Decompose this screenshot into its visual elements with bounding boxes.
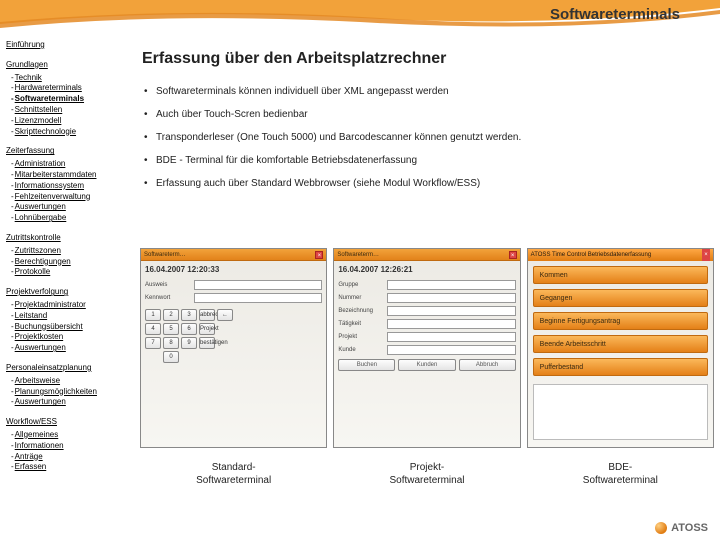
bullet-item: Softwareterminals können individuell übe… — [142, 86, 712, 97]
thumb-img-bde: ATOSS Time Control Betriebsdatenerfassun… — [527, 248, 714, 448]
bullet-item: Auch über Touch-Scren bedienbar — [142, 109, 712, 120]
nav-item[interactable]: Leitstand — [11, 311, 132, 322]
nav-item[interactable]: Auswertungen — [11, 202, 132, 213]
label-ausweis: Ausweis — [145, 282, 191, 288]
nav-group-title[interactable]: Personaleinsatzplanung — [6, 363, 132, 374]
keypad-key[interactable]: 2 — [163, 309, 179, 321]
nav-item[interactable]: Auswertungen — [11, 343, 132, 354]
nav-item[interactable]: Planungsmöglichkeiten — [11, 387, 132, 398]
bde-button[interactable]: Pufferbestand — [533, 358, 708, 376]
keypad-key[interactable]: 8 — [163, 337, 179, 349]
nav-item[interactable]: Schnittstellen — [11, 105, 132, 116]
bde-button-panel: Kommen Gegangen Beginne Fertigungsantrag Be… — [528, 261, 713, 445]
nav-item[interactable]: Mitarbeiterstammdaten — [11, 170, 132, 181]
main-title: Erfassung über den Arbeitsplatzrechner — [142, 50, 712, 68]
keypad-key[interactable]: 9 — [181, 337, 197, 349]
bde-button[interactable]: Gegangen — [533, 289, 708, 307]
nav-item[interactable]: Protokolle — [11, 267, 132, 278]
titlebar: Softwareterm… × — [141, 249, 326, 261]
close-icon[interactable]: × — [702, 249, 710, 261]
bullet-item: Transponderleser (One Touch 5000) und Ba… — [142, 132, 712, 143]
thumb-bde-terminal: ATOSS Time Control Betriebsdatenerfassun… — [527, 248, 714, 487]
input-kennwort[interactable] — [194, 293, 322, 303]
nav-item[interactable]: Informationssystem — [11, 181, 132, 192]
nav-item[interactable]: Anträge — [11, 452, 132, 463]
page-header-title: Softwareterminals — [0, 6, 700, 23]
close-icon[interactable]: × — [315, 251, 323, 259]
thumb-standard-terminal: Softwareterm… × 16.04.2007 12:20:33 Ausw… — [140, 248, 327, 487]
nav-item[interactable]: Administration — [11, 159, 132, 170]
nav-item[interactable]: Informationen — [11, 441, 132, 452]
nav-item[interactable]: Arbeitsweise — [11, 376, 132, 387]
nav-group-title[interactable]: Workflow/ESS — [6, 417, 132, 428]
nav-group-title[interactable]: Zutrittskontrolle — [6, 233, 132, 244]
bullet-list: Softwareterminals können individuell übe… — [142, 86, 712, 189]
titlebar-text: Softwareterm… — [144, 252, 186, 258]
close-icon[interactable]: × — [509, 251, 517, 259]
titlebar: ATOSS Time Control Betriebsdatenerfassun… — [528, 249, 713, 261]
thumb-projekt-terminal: Softwareterm… × 16.04.2007 12:26:21 Grup… — [333, 248, 520, 487]
nav-item[interactable]: Berechtigungen — [11, 257, 132, 268]
nav-item[interactable]: Projektadministrator — [11, 300, 132, 311]
nav-group-title[interactable]: Einführung — [6, 40, 132, 51]
keypad-key[interactable]: ← — [217, 309, 233, 321]
nav-group-title[interactable]: Grundlagen — [6, 60, 132, 71]
nav-item[interactable]: Lizenzmodell — [11, 116, 132, 127]
keypad-key[interactable]: abbrechen — [199, 309, 215, 321]
nav-group-title[interactable]: Projektverfolgung — [6, 287, 132, 298]
atoss-logo: ATOSS — [655, 522, 708, 534]
nav-item[interactable]: Technik — [11, 73, 132, 84]
thumb-caption: Projekt- Softwareterminal — [389, 462, 464, 487]
keypad-key[interactable]: 7 — [145, 337, 161, 349]
keypad-key[interactable]: 4 — [145, 323, 161, 335]
keypad: 123abbrechen← 456Projekt 789bestätigen 0 — [145, 309, 322, 363]
logo-text: ATOSS — [671, 522, 708, 534]
nav-group-title[interactable]: Zeiterfassung — [6, 146, 132, 157]
nav-item[interactable]: Lohnübergabe — [11, 213, 132, 224]
clock-text: 16.04.2007 12:26:21 — [338, 265, 515, 274]
keypad-key[interactable]: 0 — [163, 351, 179, 363]
nav-item[interactable]: Softwareterminals — [11, 94, 132, 105]
input-ausweis[interactable] — [194, 280, 322, 290]
thumb-img-standard: Softwareterm… × 16.04.2007 12:20:33 Ausw… — [140, 248, 327, 448]
nav-item[interactable]: Allgemeines — [11, 430, 132, 441]
logo-dot-icon — [655, 522, 667, 534]
keypad-key[interactable]: bestätigen — [199, 337, 215, 349]
bde-button[interactable]: Beginne Fertigungsantrag — [533, 312, 708, 330]
bullet-item: BDE - Terminal für die komfortable Betri… — [142, 155, 712, 166]
nav-item[interactable]: Hardwareterminals — [11, 83, 132, 94]
thumb-caption: BDE- Softwareterminal — [583, 462, 658, 487]
nav-item[interactable]: Zutrittszonen — [11, 246, 132, 257]
button-row: BuchenKunden Abbruch — [338, 359, 515, 371]
bde-button[interactable]: Beende Arbeitsschritt — [533, 335, 708, 353]
bullet-item: Erfassung auch über Standard Webbrowser … — [142, 178, 712, 189]
nav-item[interactable]: Buchungsübersicht — [11, 322, 132, 333]
info-box — [533, 384, 708, 440]
bde-button[interactable]: Kommen — [533, 266, 708, 284]
nav-item[interactable]: Projektkosten — [11, 332, 132, 343]
titlebar-text: Softwareterm… — [337, 252, 379, 258]
nav-item[interactable]: Auswertungen — [11, 397, 132, 408]
thumb-caption: Standard- Softwareterminal — [196, 462, 271, 487]
nav-item[interactable]: Erfassen — [11, 462, 132, 473]
titlebar: Softwareterm… × — [334, 249, 519, 261]
thumb-img-projekt: Softwareterm… × 16.04.2007 12:26:21 Grup… — [333, 248, 520, 448]
label-kennwort: Kennwort — [145, 295, 191, 301]
screenshot-thumbnails: Softwareterm… × 16.04.2007 12:20:33 Ausw… — [140, 248, 714, 487]
keypad-key[interactable]: 6 — [181, 323, 197, 335]
keypad-key[interactable]: 1 — [145, 309, 161, 321]
keypad-key[interactable]: 5 — [163, 323, 179, 335]
action-button[interactable]: Buchen — [338, 359, 395, 371]
sidebar-nav: Einführung Grundlagen TechnikHardwaretermi… — [6, 40, 132, 482]
keypad-key[interactable]: Projekt — [199, 323, 215, 335]
nav-item[interactable]: Fehlzeitenverwaltung — [11, 192, 132, 203]
action-button[interactable]: Abbruch — [459, 359, 516, 371]
keypad-key[interactable]: 3 — [181, 309, 197, 321]
nav-item[interactable]: Skripttechnologie — [11, 127, 132, 138]
clock-text: 16.04.2007 12:20:33 — [145, 265, 322, 274]
main-content: Erfassung über den Arbeitsplatzrechner S… — [142, 50, 712, 201]
action-button[interactable]: Kunden — [398, 359, 455, 371]
